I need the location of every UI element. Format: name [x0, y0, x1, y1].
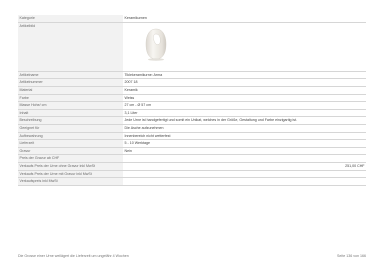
spec-value: Innenbereich nicht wetterfest	[123, 132, 366, 141]
spec-row: Masse Hohe/ cm 27 cm - Ø 57 cm	[18, 101, 366, 110]
footer-note: Die Grosse einer Urne weilägert die Lief…	[18, 254, 129, 258]
urn-illustration	[145, 28, 166, 61]
spec-label: Artikelname	[18, 71, 123, 80]
spec-label: Artikelbild	[18, 22, 123, 72]
spec-label: Farbe	[18, 94, 123, 103]
spec-value: Weiss	[123, 94, 366, 103]
spec-row-image: Artikelbild	[18, 22, 366, 72]
spec-value	[123, 170, 366, 179]
spec-label: Aufbewahrung	[18, 132, 123, 141]
spec-label: Artikelnummer	[18, 78, 123, 87]
spec-row: Inhalt 3,1 Liter	[18, 109, 366, 118]
spec-value: 251,00 CHF	[123, 162, 366, 171]
spec-value: Jede Urne ist handgefertigt und somit ei…	[123, 116, 366, 125]
spec-value: Die Asche aufzunehmen	[123, 124, 366, 133]
spec-label: Kategorie	[18, 15, 123, 23]
spec-row: Artikelnummer 2007 18	[18, 78, 366, 87]
spec-label: Inhalt	[18, 109, 123, 118]
spec-value: 5 - 10 Werktage	[123, 139, 366, 148]
spec-row: Geeignet für Die Asche aufzunehmen	[18, 124, 366, 133]
spec-row: Verkaufs Preis der Urne mit Gravur inkl …	[18, 170, 366, 179]
product-spec-table: Kategorie Keramikurnen Artikelbild Artik…	[18, 15, 366, 186]
spec-value	[123, 177, 366, 186]
spec-label: Preis der Gravur ab CHF	[18, 154, 123, 163]
urn-image	[143, 28, 169, 62]
spec-row: Verkaufs Preis der Urne ohne Gravur inkl…	[18, 162, 366, 171]
spec-label: Geeignet für	[18, 124, 123, 133]
spec-value: Tiklekeramikurne: Arma	[123, 71, 366, 80]
spec-value: Keramik	[123, 86, 366, 95]
product-image-cell	[123, 22, 366, 72]
spec-value: 27 cm - Ø 57 cm	[123, 101, 366, 110]
spec-row: Gravur Nein	[18, 147, 366, 156]
spec-label: Lieferzeit	[18, 139, 123, 148]
spec-label: Beschreibung	[18, 116, 123, 125]
spec-row: Beschreibung Jede Urne ist handgefertigt …	[18, 116, 366, 125]
spec-label: Verkaufs Preis der Urne ohne Gravur inkl…	[18, 162, 123, 171]
spec-row: Material Keramik	[18, 86, 366, 95]
spec-value: 3,1 Liter	[123, 109, 366, 118]
spec-label: Gravur	[18, 147, 123, 156]
spec-value: 2007 18	[123, 78, 366, 87]
spec-row: Lieferzeit 5 - 10 Werktage	[18, 139, 366, 148]
spec-row: Artikelname Tiklekeramikurne: Arma	[18, 71, 366, 80]
spec-row: Farbe Weiss	[18, 94, 366, 103]
spec-row: Aufbewahrung Innenbereich nicht wetterfes…	[18, 132, 366, 141]
spec-row: Verkaufspreis inkl MwSt	[18, 177, 366, 186]
spec-value: Nein	[123, 147, 366, 156]
spec-label: Verkaufspreis inkl MwSt	[18, 177, 123, 186]
spec-value: Keramikurnen	[123, 15, 366, 23]
page-number: Seite 136 von 166	[337, 254, 366, 258]
spec-row-category: Kategorie Keramikurnen	[18, 15, 366, 23]
spec-label: Masse Hohe/ cm	[18, 101, 123, 110]
spec-value	[123, 154, 366, 163]
spec-label: Verkaufs Preis der Urne mit Gravur inkl …	[18, 170, 123, 179]
spec-row: Preis der Gravur ab CHF	[18, 154, 366, 163]
spec-label: Material	[18, 86, 123, 95]
